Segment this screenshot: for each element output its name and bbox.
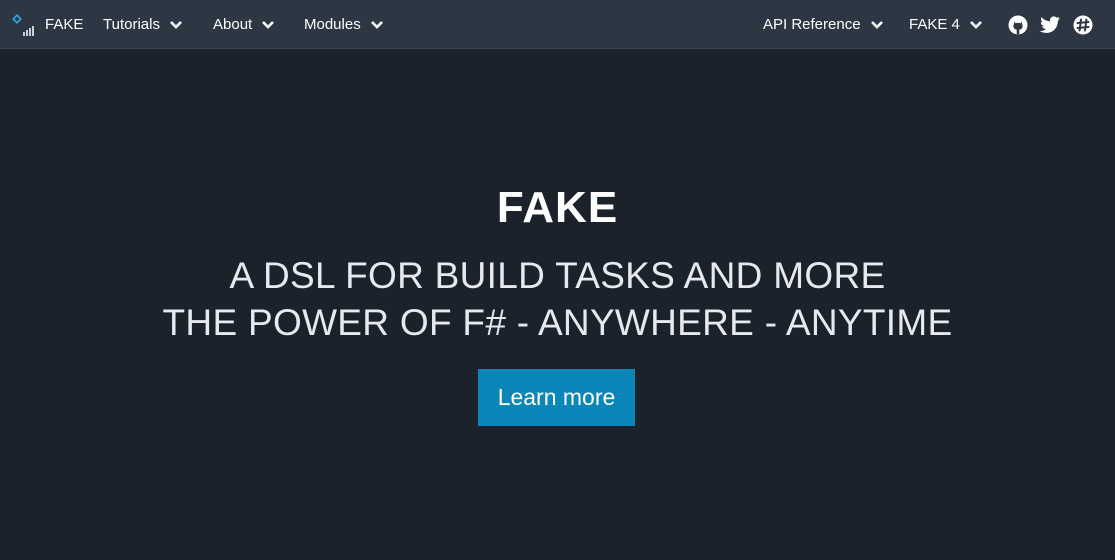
slack-icon	[1073, 15, 1093, 35]
nav-api-reference-label: API Reference	[763, 16, 861, 33]
nav-api-reference[interactable]: API Reference	[763, 0, 884, 49]
nav-tutorials-label: Tutorials	[103, 16, 160, 33]
hero-section: FAKE A DSL FOR BUILD TASKS AND MORE THE …	[0, 49, 1115, 560]
slack-link[interactable]	[1072, 14, 1094, 36]
chevron-down-icon	[262, 20, 275, 29]
chevron-down-icon	[370, 20, 383, 29]
chevron-down-icon	[870, 20, 883, 29]
nav-fake-4-label: FAKE 4	[909, 16, 960, 33]
twitter-link[interactable]	[1039, 14, 1061, 36]
chevron-down-icon	[969, 20, 982, 29]
brand-label: FAKE	[45, 16, 84, 33]
nav-tutorials[interactable]: Tutorials	[103, 0, 183, 49]
nav-about[interactable]: About	[213, 0, 275, 49]
nav-modules[interactable]: Modules	[304, 0, 384, 49]
twitter-icon	[1039, 16, 1060, 33]
brand-link[interactable]: FAKE	[10, 0, 83, 49]
nav-modules-label: Modules	[304, 16, 361, 33]
nav-about-label: About	[213, 16, 253, 33]
github-link[interactable]	[1007, 14, 1029, 36]
fake-logo-icon	[12, 13, 34, 36]
github-icon	[1008, 15, 1028, 35]
learn-more-button[interactable]: Learn more	[478, 369, 635, 426]
hero-title: FAKE	[496, 183, 619, 232]
top-navbar: FAKE Tutorials About Modules API Referen…	[0, 0, 1115, 49]
nav-fake-4[interactable]: FAKE 4	[909, 0, 983, 49]
chevron-down-icon	[170, 20, 182, 29]
hero-tagline-2: THE POWER OF F# - ANYWHERE - ANYTIME	[162, 302, 953, 343]
hero-tagline-1: A DSL FOR BUILD TASKS AND MORE	[229, 255, 886, 296]
